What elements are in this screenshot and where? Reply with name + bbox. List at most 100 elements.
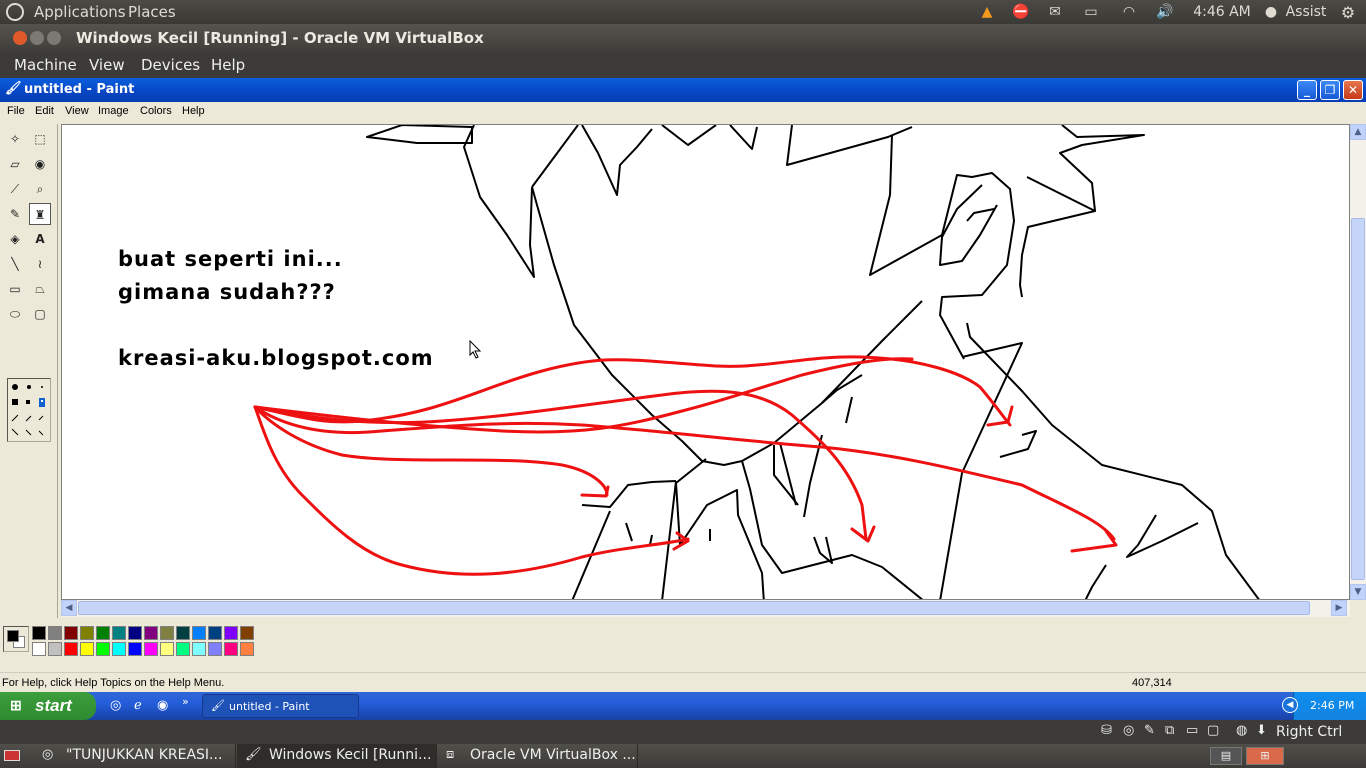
palette-swatch[interactable]: [160, 626, 174, 640]
scroll-down-icon[interactable]: ▼: [1350, 584, 1366, 600]
minimize-button[interactable]: _: [1297, 80, 1317, 100]
workspace-1[interactable]: ▤: [1210, 747, 1242, 765]
menu-machine[interactable]: Machine: [14, 56, 77, 74]
palette-swatch[interactable]: [32, 626, 46, 640]
menu-view[interactable]: View: [89, 56, 125, 74]
minimize-icon[interactable]: [30, 31, 44, 45]
update-icon[interactable]: ⛔: [1011, 2, 1031, 22]
ubuntu-logo-icon[interactable]: [6, 3, 24, 21]
paint-menu-view[interactable]: View: [65, 105, 89, 117]
firefox-icon[interactable]: ◉: [157, 698, 168, 713]
paint-menu-help[interactable]: Help: [182, 105, 205, 117]
menu-help[interactable]: Help: [211, 56, 245, 74]
palette-swatch[interactable]: [32, 642, 46, 656]
harddisk-icon[interactable]: ⛁: [1101, 723, 1112, 738]
usb-icon[interactable]: ✎: [1144, 723, 1155, 738]
scroll-left-icon[interactable]: ◀: [61, 600, 77, 616]
clock[interactable]: 4:46 AM: [1192, 2, 1252, 22]
polygon-icon[interactable]: ⏢: [29, 278, 51, 300]
eraser-icon[interactable]: ▱: [4, 153, 26, 175]
palette-swatch[interactable]: [112, 626, 126, 640]
tray-expand-icon[interactable]: ◀: [1282, 697, 1298, 713]
palette-swatch[interactable]: [64, 626, 78, 640]
menu-devices[interactable]: Devices: [141, 56, 200, 74]
pick-color-icon[interactable]: ⟋: [4, 178, 26, 200]
ie-icon[interactable]: ℯ: [134, 698, 142, 713]
places-menu[interactable]: Places: [128, 3, 176, 21]
brush-icon[interactable]: ♜: [29, 203, 51, 225]
palette-swatch[interactable]: [64, 642, 78, 656]
network-icon[interactable]: ⧉: [1165, 723, 1174, 738]
palette-swatch[interactable]: [176, 642, 190, 656]
text-tool-icon[interactable]: A: [29, 228, 51, 250]
palette-swatch[interactable]: [160, 642, 174, 656]
brush-options[interactable]: [7, 378, 51, 442]
palette-swatch[interactable]: [176, 626, 190, 640]
curve-icon[interactable]: ≀: [29, 253, 51, 275]
paint-menu-file[interactable]: File: [7, 105, 25, 117]
rounded-rect-icon[interactable]: ▢: [29, 303, 51, 325]
palette-swatch[interactable]: [96, 642, 110, 656]
maximize-icon[interactable]: [47, 31, 61, 45]
current-colors[interactable]: [3, 626, 29, 652]
palette-swatch[interactable]: [80, 642, 94, 656]
vlc-icon[interactable]: ▲: [977, 2, 997, 22]
task-item-chrome[interactable]: ◎ "TUNJUKKAN KREASI...: [36, 744, 236, 768]
user-name[interactable]: Assist: [1282, 2, 1330, 22]
fill-icon[interactable]: ◉: [29, 153, 51, 175]
display-icon[interactable]: ▢: [1207, 723, 1219, 738]
palette-swatch[interactable]: [192, 642, 206, 656]
palette-swatch[interactable]: [240, 626, 254, 640]
palette-swatch[interactable]: [224, 642, 238, 656]
rectangle-icon[interactable]: ▭: [4, 278, 26, 300]
palette-swatch[interactable]: [224, 626, 238, 640]
free-select-icon[interactable]: ✧: [4, 128, 26, 150]
magnifier-icon[interactable]: ⌕: [29, 178, 51, 200]
task-item-virtualbox[interactable]: ⧈ Oracle VM VirtualBox ...: [438, 744, 638, 768]
palette-swatch[interactable]: [96, 626, 110, 640]
palette-swatch[interactable]: [80, 626, 94, 640]
start-button[interactable]: ⊞ start: [0, 692, 96, 720]
restore-button[interactable]: ❐: [1320, 80, 1340, 100]
rect-select-icon[interactable]: ⬚: [29, 128, 51, 150]
palette-swatch[interactable]: [128, 642, 142, 656]
horizontal-scrollbar[interactable]: ◀ ▶: [61, 600, 1350, 617]
applications-menu[interactable]: Applications: [34, 3, 126, 21]
scroll-right-icon[interactable]: ▶: [1331, 600, 1347, 616]
close-button[interactable]: ✕: [1343, 80, 1363, 100]
scroll-up-icon[interactable]: ▲: [1350, 124, 1366, 140]
horizontal-scroll-thumb[interactable]: [78, 601, 1310, 615]
optical-drive-icon[interactable]: ◎: [1123, 723, 1134, 738]
show-desktop-icon[interactable]: [4, 750, 20, 761]
vertical-scroll-thumb[interactable]: [1351, 218, 1365, 580]
taskbar-paint-button[interactable]: 🖌 untitled - Paint: [202, 694, 359, 718]
palette-swatch[interactable]: [112, 642, 126, 656]
quicklaunch-more-icon[interactable]: »: [182, 695, 189, 708]
paint-menu-edit[interactable]: Edit: [35, 105, 54, 117]
palette-swatch[interactable]: [208, 626, 222, 640]
palette-swatch[interactable]: [208, 642, 222, 656]
palette-swatch[interactable]: [144, 626, 158, 640]
mail-icon[interactable]: ✉: [1044, 2, 1066, 22]
gear-icon[interactable]: ⚙: [1338, 2, 1358, 22]
battery-icon[interactable]: ▭: [1080, 2, 1102, 22]
wifi-icon[interactable]: ◠: [1118, 2, 1140, 22]
vertical-scrollbar[interactable]: ▲ ▼: [1350, 124, 1366, 600]
volume-icon[interactable]: 🔊: [1154, 2, 1176, 22]
palette-swatch[interactable]: [144, 642, 158, 656]
pencil-icon[interactable]: ✎: [4, 203, 26, 225]
task-item-windows-kecil[interactable]: 🖌 Windows Kecil [Runni...: [237, 744, 437, 768]
palette-swatch[interactable]: [240, 642, 254, 656]
drawing-canvas[interactable]: buat seperti ini... gimana sudah??? krea…: [62, 125, 1349, 599]
chrome-icon[interactable]: ◎: [110, 698, 121, 713]
virtualization-icon[interactable]: ◍: [1236, 723, 1247, 738]
palette-swatch[interactable]: [128, 626, 142, 640]
paint-menu-image[interactable]: Image: [98, 105, 129, 117]
airbrush-icon[interactable]: ◈: [4, 228, 26, 250]
ellipse-icon[interactable]: ⬭: [4, 303, 26, 325]
mouse-integration-icon[interactable]: ⬇: [1256, 723, 1267, 738]
line-icon[interactable]: ╲: [4, 253, 26, 275]
close-icon[interactable]: [13, 31, 27, 45]
paint-menu-colors[interactable]: Colors: [140, 105, 172, 117]
workspace-2[interactable]: ⊞: [1246, 747, 1284, 765]
